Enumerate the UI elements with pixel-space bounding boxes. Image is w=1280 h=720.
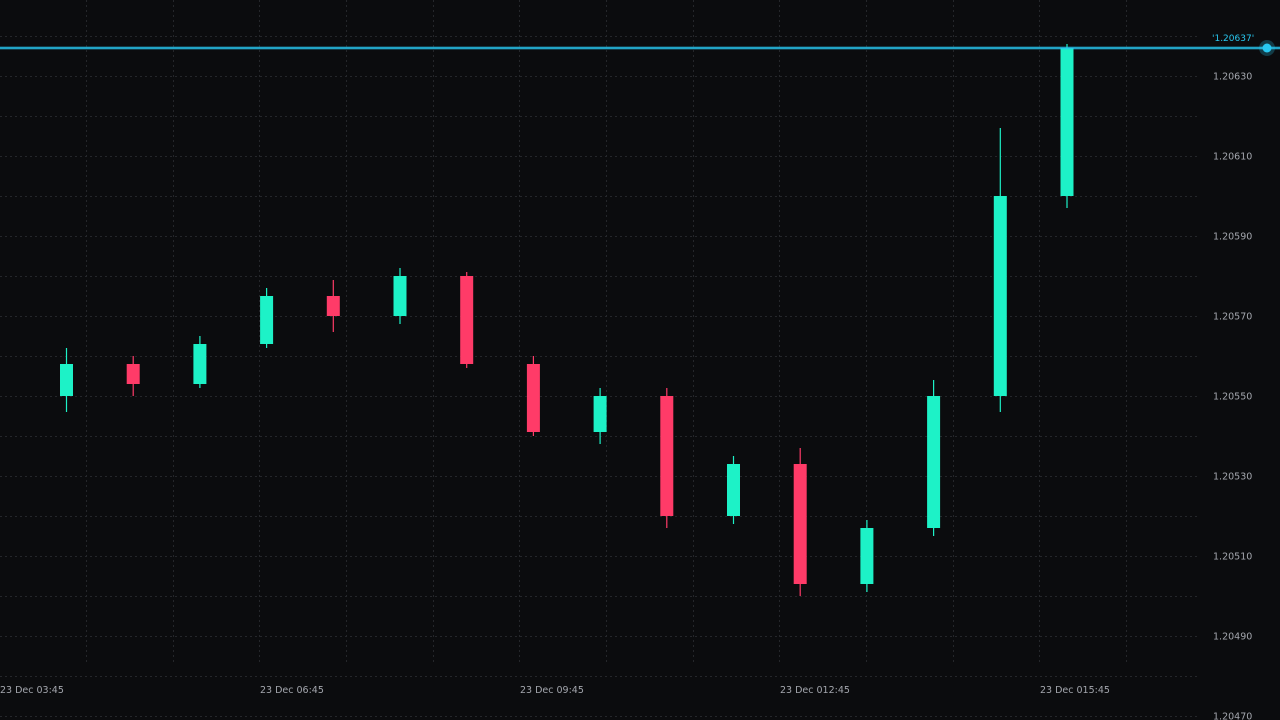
x-tick-label: 23 Dec 06:45 (260, 685, 324, 696)
candle-up[interactable] (1060, 44, 1074, 208)
candlestick-chart[interactable]: 1.20470 1.20490 1.20510 1.20530 1.20550 1.205… (0, 0, 1280, 720)
candle-body (727, 464, 740, 516)
x-tick-label: 23 Dec 015:45 (1040, 685, 1110, 696)
candle-up[interactable] (393, 268, 407, 324)
x-tick-label: 23 Dec 012:45 (780, 685, 850, 696)
y-tick-label: 1.20590 (1213, 232, 1252, 243)
candle-body (460, 276, 474, 364)
y-tick-label: 1.20470 (1213, 712, 1252, 720)
candle-down[interactable] (326, 280, 340, 332)
candle-up[interactable] (727, 456, 740, 524)
candles (60, 44, 1074, 596)
y-tick-label: 1.20550 (1213, 392, 1252, 403)
grid (0, 0, 1200, 717)
time-axis[interactable]: 23 Dec 03:45 23 Dec 06:45 23 Dec 09:45 23 D… (0, 685, 1110, 696)
candle-body (326, 296, 340, 316)
candle-body (260, 296, 274, 344)
candle-body (793, 464, 807, 584)
y-tick-label: 1.20570 (1213, 312, 1252, 323)
current-price-line[interactable]: '1.20637' (0, 34, 1280, 56)
candle-body (60, 364, 73, 396)
candle-up[interactable] (927, 380, 941, 536)
candle-up[interactable] (593, 388, 607, 444)
candle-up[interactable] (993, 128, 1007, 412)
price-marker-dot[interactable] (1262, 43, 1272, 53)
candle-body (860, 528, 874, 584)
candle-up[interactable] (60, 348, 73, 412)
candle-body (526, 364, 540, 432)
candle-down[interactable] (460, 272, 474, 368)
candle-up[interactable] (260, 288, 274, 348)
price-axis[interactable]: 1.20470 1.20490 1.20510 1.20530 1.20550 1.205… (1213, 72, 1252, 720)
y-tick-label: 1.20510 (1213, 552, 1252, 563)
candle-body (1060, 48, 1074, 196)
candle-body (193, 344, 207, 384)
y-tick-label: 1.20530 (1213, 472, 1252, 483)
candle-body (393, 276, 407, 316)
x-tick-label: 23 Dec 03:45 (0, 685, 64, 696)
candle-down[interactable] (793, 448, 807, 596)
y-tick-label: 1.20630 (1213, 72, 1252, 83)
y-tick-label: 1.20610 (1213, 152, 1252, 163)
candle-down[interactable] (126, 356, 140, 396)
candle-down[interactable] (526, 356, 540, 436)
candle-up[interactable] (193, 336, 207, 388)
candle-body (593, 396, 607, 432)
candle-up[interactable] (860, 520, 874, 592)
x-tick-label: 23 Dec 09:45 (520, 685, 584, 696)
candle-down[interactable] (660, 388, 674, 528)
candle-body (927, 396, 941, 528)
candle-body (660, 396, 674, 516)
candle-body (993, 196, 1007, 396)
y-tick-label: 1.20490 (1213, 632, 1252, 643)
candle-body (126, 364, 140, 384)
current-price-label: '1.20637' (1212, 34, 1254, 44)
